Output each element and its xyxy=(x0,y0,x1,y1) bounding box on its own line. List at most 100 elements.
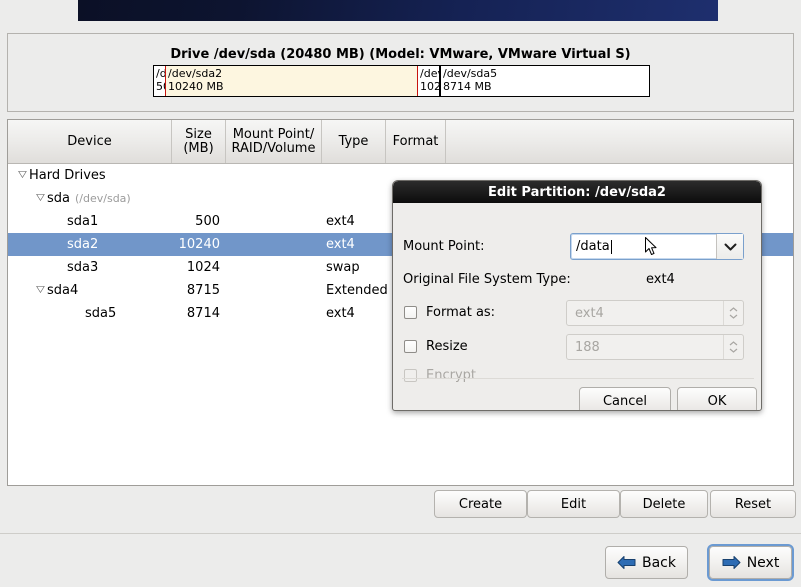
format-as-spinner-buttons[interactable] xyxy=(723,301,743,325)
tree-expander-open-icon[interactable]: ▽ xyxy=(32,284,48,297)
dialog-cancel-button[interactable]: Cancel xyxy=(579,387,671,410)
format-as-value: ext4 xyxy=(575,305,604,321)
spinner-down-icon xyxy=(729,348,738,353)
cell-type: Extended xyxy=(326,283,388,298)
drive-segment-sda3[interactable]: /dev 102 xyxy=(418,66,440,96)
text-caret xyxy=(610,239,612,254)
drive-graphic-panel: Drive /dev/sda (20480 MB) (Model: VMware… xyxy=(7,33,794,112)
resize-value: 188 xyxy=(575,339,600,355)
mount-point-value: /data xyxy=(576,239,610,254)
table-header-row: Device Size (MB) Mount Point/ RAID/Volum… xyxy=(8,120,793,164)
device-name: sda xyxy=(47,191,70,206)
footer-divider xyxy=(0,533,801,534)
segment-size: 50 xyxy=(156,80,165,93)
column-header-mount-point[interactable]: Mount Point/ RAID/Volume xyxy=(226,120,322,163)
back-label: Back xyxy=(642,554,676,571)
cell-device: sda3 xyxy=(8,260,172,275)
format-as-select[interactable]: ext4 xyxy=(566,300,744,326)
arrow-left-icon xyxy=(617,556,636,569)
original-fs-value: ext4 xyxy=(646,272,675,287)
column-label: Format xyxy=(392,133,439,149)
segment-size: 102 xyxy=(420,80,440,93)
next-label: Next xyxy=(746,554,780,571)
resize-checkbox[interactable] xyxy=(404,340,417,353)
resize-label: Resize xyxy=(426,339,468,354)
cell-size: 500 xyxy=(195,214,220,229)
cell-size: 10240 xyxy=(178,237,220,252)
format-as-label: Format as: xyxy=(426,305,496,320)
cell-type: swap xyxy=(326,260,360,275)
device-name: sda5 xyxy=(85,306,117,321)
next-button[interactable]: Next xyxy=(707,544,794,581)
back-button[interactable]: Back xyxy=(605,546,688,579)
cell-device: ▽ Hard Drives xyxy=(8,168,172,183)
spinner-up-icon xyxy=(729,341,738,346)
cell-device: ▽ sda (/dev/sda) xyxy=(8,191,172,206)
dialog-title: Edit Partition: /dev/sda2 xyxy=(393,181,761,203)
tree-expander-open-icon[interactable]: ▽ xyxy=(32,192,48,205)
cell-device: ▽ sda4 xyxy=(8,283,172,298)
segment-size: 8714 MB xyxy=(443,80,492,93)
column-header-device[interactable]: Device xyxy=(8,120,172,163)
column-label-line1: Mount Point/ xyxy=(232,126,315,142)
drive-segment-sda2[interactable]: /dev/sda2 10240 MB xyxy=(166,66,418,96)
device-name: sda3 xyxy=(67,260,99,275)
chevron-down-icon xyxy=(724,243,736,250)
dialog-body: Mount Point: /data Original File System … xyxy=(393,203,761,410)
column-header-type[interactable]: Type xyxy=(322,120,386,163)
format-as-checkbox[interactable] xyxy=(404,306,417,319)
resize-spinner-buttons[interactable] xyxy=(723,335,743,359)
encrypt-checkbox xyxy=(404,369,417,382)
column-label-line2: RAID/Volume xyxy=(231,140,316,156)
cell-device: sda5 xyxy=(8,306,172,321)
drive-segment-sda1[interactable]: /d 50 xyxy=(154,66,166,96)
installer-banner xyxy=(78,0,718,21)
mount-point-label: Mount Point: xyxy=(403,239,485,254)
segment-name: /dev/sda5 xyxy=(443,67,498,80)
column-header-format[interactable]: Format xyxy=(386,120,446,163)
drive-segment-sda5[interactable]: /dev/sda5 8714 MB xyxy=(440,65,649,97)
encrypt-label: Encrypt xyxy=(426,368,476,383)
original-fs-label: Original File System Type: xyxy=(403,272,571,287)
reset-button[interactable]: Reset xyxy=(710,490,796,518)
dialog-separator xyxy=(402,378,754,379)
segment-name: /dev/sda2 xyxy=(168,67,223,80)
mount-point-combobox[interactable]: /data xyxy=(570,233,744,260)
resize-spinbox[interactable]: 188 xyxy=(566,334,744,360)
column-label-line1: Size xyxy=(185,126,212,142)
tree-expander-open-icon[interactable]: ▽ xyxy=(14,169,30,182)
cell-type: ext4 xyxy=(326,214,355,229)
cell-type: ext4 xyxy=(326,237,355,252)
spinner-up-icon xyxy=(729,307,738,312)
cell-size: 1024 xyxy=(186,260,220,275)
segment-name: /dev xyxy=(420,67,439,80)
edit-button[interactable]: Edit xyxy=(527,490,620,518)
edit-partition-dialog: Edit Partition: /dev/sda2 Mount Point: /… xyxy=(392,180,762,411)
drive-title: Drive /dev/sda (20480 MB) (Model: VMware… xyxy=(170,47,631,62)
partition-action-buttons: Create Edit Delete Reset xyxy=(7,490,796,528)
cell-size: 8714 xyxy=(186,306,220,321)
column-label: Size (MB) xyxy=(183,126,214,156)
create-button[interactable]: Create xyxy=(434,490,527,518)
cell-device: sda2 xyxy=(8,237,172,252)
column-label: Mount Point/ RAID/Volume xyxy=(231,126,316,156)
segment-name: /d xyxy=(156,67,166,80)
column-header-size[interactable]: Size (MB) xyxy=(172,120,226,163)
arrow-right-icon xyxy=(722,556,741,569)
delete-button[interactable]: Delete xyxy=(620,490,708,518)
mount-point-dropdown-button[interactable] xyxy=(716,234,743,259)
navigation-buttons: Back Next xyxy=(0,544,801,584)
cell-type: ext4 xyxy=(326,306,355,321)
installer-window: Drive /dev/sda (20480 MB) (Model: VMware… xyxy=(0,0,801,587)
mount-point-input[interactable]: /data xyxy=(571,234,716,259)
segment-size: 10240 MB xyxy=(168,80,224,93)
spinner-down-icon xyxy=(729,314,738,319)
drive-partition-bar: /d 50 /dev/sda2 10240 MB /dev 102 /dev/s… xyxy=(153,65,650,97)
column-label: Type xyxy=(338,133,369,149)
device-path: (/dev/sda) xyxy=(75,192,131,205)
device-name: sda4 xyxy=(47,283,79,298)
device-name: Hard Drives xyxy=(29,168,106,183)
dialog-ok-button[interactable]: OK xyxy=(677,387,757,410)
column-label: Device xyxy=(67,133,112,149)
column-label-line2: (MB) xyxy=(183,140,214,156)
